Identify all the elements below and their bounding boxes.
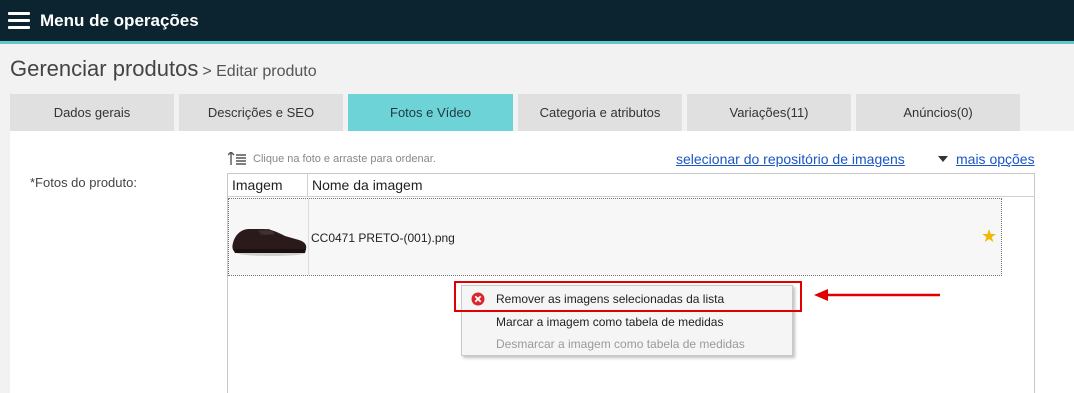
tab-dados-gerais[interactable]: Dados gerais: [10, 94, 174, 131]
tab-descricoes-seo[interactable]: Descrições e SEO: [179, 94, 343, 131]
menu-item-mark-size-chart[interactable]: Marcar a imagem como tabela de medidas: [462, 311, 792, 333]
column-header-name: Nome da imagem: [312, 177, 423, 193]
menu-item-unmark-size-chart: Desmarcar a imagem como tabela de medida…: [462, 333, 792, 355]
highlight-box: [454, 281, 802, 312]
menu-title[interactable]: Menu de operações: [40, 11, 199, 31]
star-icon[interactable]: ★: [981, 226, 997, 247]
top-bar-accent: [0, 41, 1074, 44]
page-title: Gerenciar produtos > Editar produto: [10, 56, 317, 82]
grid-header: Imagem Nome da imagem: [228, 174, 1034, 197]
top-bar: Menu de operações: [0, 0, 1074, 41]
tab-anuncios[interactable]: Anúncios(0): [856, 94, 1020, 131]
page-title-text: Gerenciar produtos: [10, 56, 199, 81]
tab-categoria-atributos[interactable]: Categoria e atributos: [518, 94, 682, 131]
more-options-label: mais opções: [956, 151, 1035, 167]
menu-item-label: Desmarcar a imagem como tabela de medida…: [496, 337, 745, 351]
shoe-image: [232, 229, 307, 256]
more-options-menu[interactable]: mais opções: [938, 151, 1035, 167]
select-from-repository-link[interactable]: selecionar do repositório de imagens: [676, 151, 905, 167]
image-name: CC0471 PRETO-(001).png: [311, 231, 455, 245]
menu-item-label: Marcar a imagem como tabela de medidas: [496, 315, 724, 329]
sort-icon: [228, 152, 246, 165]
product-thumbnail[interactable]: [229, 199, 309, 275]
caret-down-icon: [938, 156, 948, 162]
breadcrumb: > Editar produto: [202, 63, 317, 80]
tab-variacoes[interactable]: Variações(11): [687, 94, 851, 131]
red-arrow-icon: [814, 289, 940, 301]
reorder-hint: Clique na foto e arraste para ordenar.: [228, 152, 436, 165]
reorder-hint-text: Clique na foto e arraste para ordenar.: [253, 152, 436, 165]
tab-fotos-video[interactable]: Fotos e Vídeo: [348, 94, 513, 131]
column-header-image: Imagem: [228, 174, 308, 197]
photos-field-label: *Fotos do produto:: [30, 175, 137, 190]
photo-row[interactable]: CC0471 PRETO-(001).png ★: [228, 198, 1002, 276]
hamburger-icon[interactable]: [8, 12, 30, 30]
